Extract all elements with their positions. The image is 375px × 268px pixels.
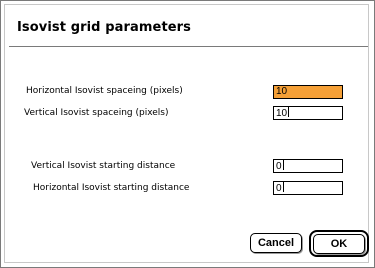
horizontal-start-input[interactable]: 0 <box>273 181 343 195</box>
text-caret <box>288 107 290 117</box>
dialog-title: Isovist grid parameters <box>17 20 192 35</box>
ok-button[interactable]: OK <box>313 234 365 254</box>
text-caret <box>282 182 284 192</box>
vertical-start-label: Vertical Isovist starting distance <box>31 161 176 171</box>
vertical-spacing-label: Vertical Isovist spaceing (pixels) <box>24 108 169 118</box>
horizontal-spacing-label: Horizontal Isovist spaceing (pixels) <box>26 86 183 96</box>
isovist-grid-parameters-dialog: Isovist grid parameters Horizontal Isovi… <box>0 0 375 268</box>
vertical-spacing-input[interactable]: 10 <box>273 106 343 120</box>
vertical-start-input[interactable]: 0 <box>273 159 343 173</box>
title-divider <box>9 46 368 47</box>
vertical-spacing-value: 10 <box>276 108 288 119</box>
dialog-frame <box>4 4 369 263</box>
horizontal-spacing-value: 10 <box>276 86 288 97</box>
horizontal-spacing-input[interactable]: 10 <box>273 85 343 99</box>
vertical-start-value: 0 <box>276 161 282 172</box>
cancel-button[interactable]: Cancel <box>250 233 302 253</box>
horizontal-start-label: Horizontal Isovist starting distance <box>33 183 190 193</box>
text-caret <box>282 160 284 170</box>
horizontal-start-value: 0 <box>276 183 282 194</box>
